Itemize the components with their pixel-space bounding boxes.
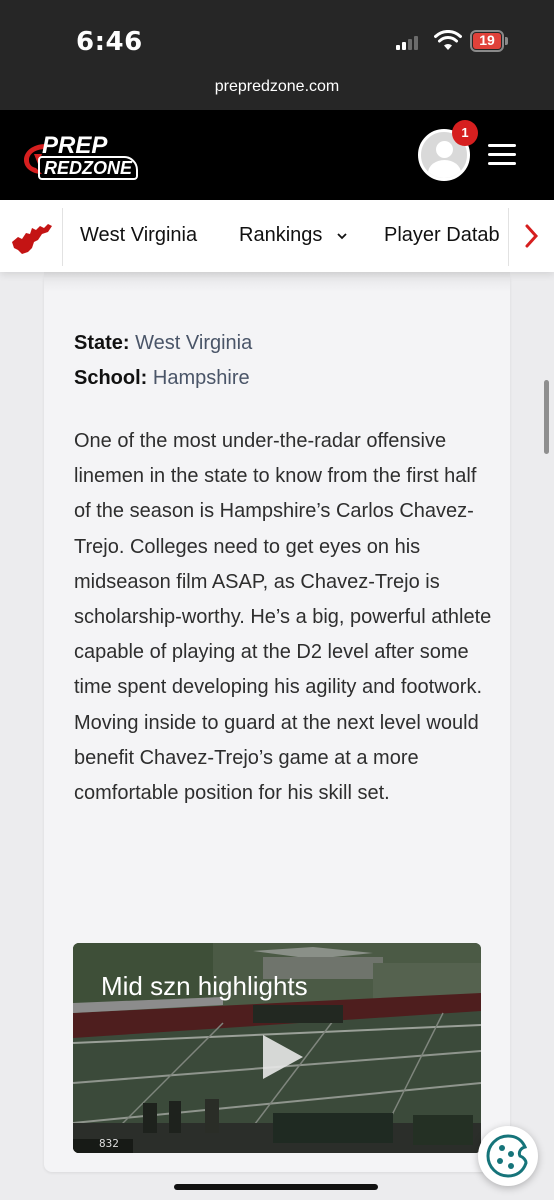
school-meta-value[interactable]: Hampshire <box>153 367 250 389</box>
nav-player-database-wrap[interactable]: Player Datab <box>380 210 508 260</box>
nav-divider <box>62 208 63 266</box>
state-meta-key: State: <box>74 332 130 354</box>
url-text[interactable]: prepredzone.com <box>0 78 554 96</box>
wifi-icon <box>434 30 462 50</box>
state-meta: State: West Virginia <box>74 332 252 355</box>
west-virginia-state-icon <box>12 224 52 254</box>
play-icon[interactable] <box>259 1033 305 1081</box>
nav-player-database[interactable]: Player Datab <box>384 224 500 247</box>
cookie-icon <box>486 1134 528 1178</box>
page-scrollbar[interactable] <box>544 380 549 454</box>
chevron-down-icon <box>337 233 347 239</box>
article-body: One of the most under-the-radar offensiv… <box>74 430 492 805</box>
battery-level: 19 <box>479 32 495 48</box>
card-top-shadow <box>44 272 510 292</box>
nav-rankings[interactable]: Rankings <box>239 224 348 247</box>
nav-rankings-label: Rankings <box>239 224 323 246</box>
site-logo[interactable]: PREP REDZONE <box>20 132 150 188</box>
status-bar: 6:46 19 <box>0 0 554 70</box>
notification-badge[interactable]: 1 <box>452 120 478 146</box>
cellular-signal-icon <box>396 36 422 50</box>
video-title: Mid szn highlights <box>101 971 308 1001</box>
browser-url-bar[interactable]: prepredzone.com <box>0 70 554 110</box>
school-meta: School: Hampshire <box>74 367 250 390</box>
home-indicator <box>174 1184 378 1190</box>
state-meta-value[interactable]: West Virginia <box>135 332 252 354</box>
chevron-right-icon[interactable] <box>520 222 542 250</box>
cookie-settings-button[interactable] <box>478 1126 538 1186</box>
school-meta-key: School: <box>74 367 148 389</box>
nav-west-virginia[interactable]: West Virginia <box>80 224 197 247</box>
scoreboard-text: 832 <box>99 1137 119 1150</box>
logo-text-redzone: REDZONE <box>38 156 139 180</box>
hamburger-menu-icon[interactable] <box>486 142 518 168</box>
status-time: 6:46 <box>76 27 143 57</box>
battery-icon: 19 <box>470 30 508 52</box>
video-player[interactable]: Mid szn highlights 832 <box>73 943 481 1153</box>
nav-divider-right <box>508 208 509 266</box>
